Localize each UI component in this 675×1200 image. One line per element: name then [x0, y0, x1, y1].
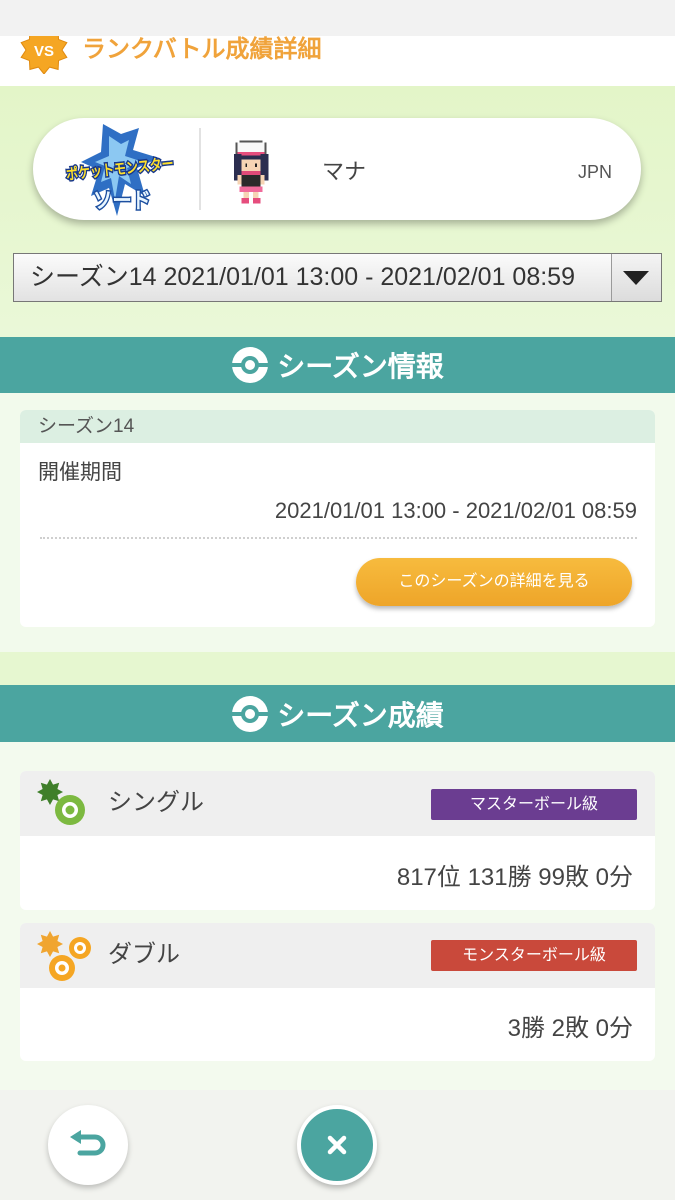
season-results-header: シーズン成績 [0, 685, 675, 742]
rank-class-badge: モンスターボール級 [431, 940, 637, 971]
back-button[interactable] [48, 1105, 128, 1185]
season-label: シーズン14 [38, 416, 135, 437]
ball-icon [231, 347, 270, 383]
page-title: ランクバトル成績詳細 [82, 36, 322, 63]
dotted-divider [40, 537, 637, 539]
close-icon [327, 1135, 347, 1155]
season-select-value: シーズン14 2021/01/01 13:00 - 2021/02/01 08:… [30, 263, 575, 291]
season-info-card-header: シーズン14 [20, 410, 655, 443]
season-detail-button[interactable]: このシーズンの詳細を見る [356, 558, 632, 606]
profile-divider [199, 128, 201, 210]
battle-record: 817位 131勝 99敗 0分 [396, 864, 633, 891]
double-battle-icon [37, 931, 91, 981]
return-arrow-icon [70, 1130, 106, 1156]
battle-format-label: ダブル [108, 941, 180, 968]
trainer-avatar [233, 140, 269, 204]
status-bar [0, 0, 675, 36]
bottom-nav [0, 1090, 675, 1200]
page-header: VS ランクバトル成績詳細 [0, 25, 675, 86]
section-spacer [0, 652, 675, 685]
season-info-card: シーズン14 開催期間 2021/01/01 13:00 - 2021/02/0… [20, 410, 655, 627]
single-result-card: シングル マスターボール級 817位 131勝 99敗 0分 [20, 771, 655, 910]
double-result-card: ダブル モンスターボール級 3勝 2敗 0分 [20, 923, 655, 1061]
battle-record: 3勝 2敗 0分 [507, 1015, 633, 1042]
season-info-title: シーズン情報 [277, 351, 444, 382]
vs-badge-text: VS [34, 43, 54, 60]
ball-icon [231, 695, 270, 732]
season-select[interactable]: シーズン14 2021/01/01 13:00 - 2021/02/01 08:… [13, 253, 662, 302]
result-card-header: ダブル モンスターボール級 [20, 923, 655, 988]
season-results-title: シーズン成績 [277, 699, 444, 731]
rank-class-badge: マスターボール級 [431, 789, 637, 820]
profile-card: ポケットモンスター ソード マナ JPN [33, 118, 641, 220]
pokemon-sword-logo: ポケットモンスター ソード [64, 124, 176, 216]
close-button[interactable] [297, 1105, 377, 1185]
player-name: マナ [322, 159, 367, 184]
period-label: 開催期間 [38, 461, 122, 484]
logo-line2: ソード [93, 188, 151, 213]
dropdown-arrow-icon[interactable] [611, 254, 661, 301]
period-value: 2021/01/01 13:00 - 2021/02/01 08:59 [274, 498, 637, 523]
triangle-down-icon [623, 271, 649, 285]
battle-format-label: シングル [108, 789, 204, 816]
season-info-header: シーズン情報 [0, 337, 675, 393]
player-region: JPN [577, 162, 612, 182]
single-battle-icon [37, 779, 85, 825]
result-card-header: シングル マスターボール級 [20, 771, 655, 836]
